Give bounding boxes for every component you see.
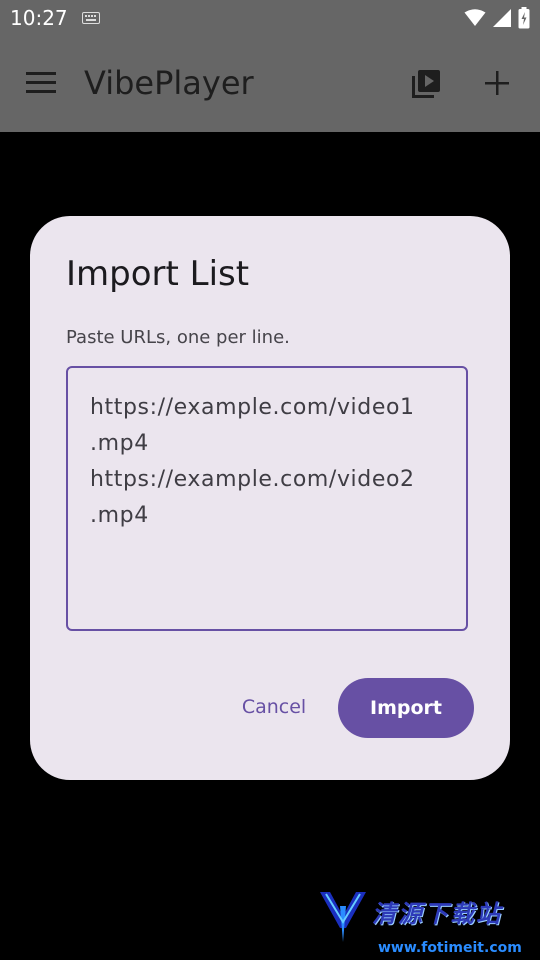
dialog-description: Paste URLs, one per line. xyxy=(66,327,290,348)
dialog-title: Import List xyxy=(66,254,250,294)
app-bar: VibePlayer xyxy=(0,36,540,132)
watermark-logo-icon xyxy=(320,892,366,942)
wifi-icon xyxy=(464,9,486,26)
status-bar: 10:27 xyxy=(0,0,540,36)
import-list-dialog: Import List Paste URLs, one per line. ht… xyxy=(30,216,510,780)
watermark-name: 清源下载站 xyxy=(372,900,502,928)
signal-icon xyxy=(493,9,511,27)
add-icon[interactable] xyxy=(484,70,510,96)
url-field-value[interactable]: https://example.com/video1 .mp4 https://… xyxy=(90,390,450,534)
watermark-url: www.fotimeit.com xyxy=(378,940,522,956)
cancel-button[interactable]: Cancel xyxy=(226,678,322,736)
keyboard-icon xyxy=(82,12,100,24)
watermark: 清源下载站 www.fotimeit.com xyxy=(318,888,528,958)
menu-icon[interactable] xyxy=(26,72,58,94)
status-time: 10:27 xyxy=(10,6,68,30)
battery-charging-icon xyxy=(518,7,530,29)
playlist-icon[interactable] xyxy=(410,68,442,100)
app-title: VibePlayer xyxy=(84,64,254,102)
url-text-field[interactable]: https://example.com/video1 .mp4 https://… xyxy=(66,366,468,631)
import-button[interactable]: Import xyxy=(338,678,474,738)
